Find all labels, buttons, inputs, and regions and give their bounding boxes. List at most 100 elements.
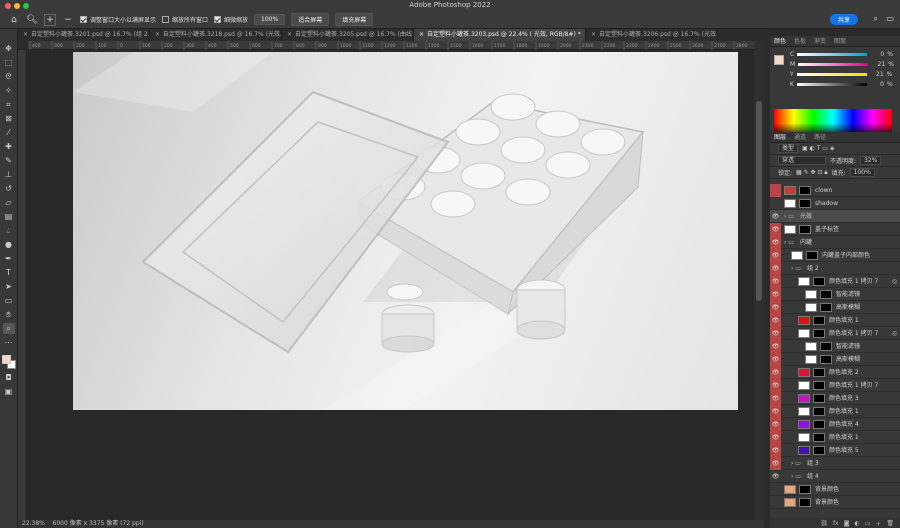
resize-windows-option[interactable]: 调整窗口大小以满屏显示 — [80, 15, 156, 24]
layer-row[interactable]: clown — [770, 184, 900, 197]
gradient-tool-icon[interactable]: ▤ — [3, 211, 15, 222]
visibility-eye-icon[interactable]: 👁︎ — [770, 444, 781, 457]
slider-value[interactable]: 21 — [870, 71, 884, 78]
lasso-tool-icon[interactable]: ᘓ — [3, 71, 15, 82]
visibility-eye-icon[interactable]: 👁︎ — [770, 223, 781, 236]
crop-tool-icon[interactable]: ⌗ — [3, 99, 15, 110]
type-tool-icon[interactable]: T — [3, 267, 15, 278]
slider-value[interactable]: 0 — [870, 51, 884, 58]
visibility-eye-icon[interactable]: 👁︎ — [770, 405, 781, 418]
layer-row[interactable]: 👁︎ 颜色填充 1 — [770, 405, 900, 418]
layer-row[interactable]: 👁︎ 颜色填充 1 — [770, 314, 900, 327]
slider-value[interactable]: 21 — [871, 61, 886, 68]
fill-screen-button[interactable]: 填充屏幕 — [335, 13, 374, 26]
folder-icon[interactable]: › ▭ — [784, 236, 794, 249]
visibility-eye-icon[interactable]: 👁︎ — [770, 418, 781, 431]
layer-row[interactable]: 👁︎ › ▭ 组 3 — [770, 457, 900, 470]
slider-track[interactable] — [796, 73, 867, 76]
layer-mask-thumbnail[interactable] — [813, 394, 825, 403]
visibility-eye-icon[interactable]: 👁︎ — [770, 301, 781, 314]
layer-row[interactable]: 👁︎ › ▭ 组 2 — [770, 262, 900, 275]
home-icon[interactable]: ⌂ — [8, 14, 20, 26]
quick-mask-icon[interactable]: ◘ — [3, 372, 15, 383]
layer-row[interactable]: 👁︎ 高斯模糊 — [770, 301, 900, 314]
color-slider-y[interactable]: Y 21% — [790, 71, 892, 78]
visibility-eye-icon[interactable]: 👁︎ — [770, 431, 781, 444]
folder-icon[interactable]: › ▭ — [791, 457, 801, 470]
panel-tab[interactable]: 图层 — [774, 132, 786, 142]
dodge-tool-icon[interactable]: ● — [3, 239, 15, 250]
link-layers-icon[interactable]: ⛓ — [820, 520, 828, 527]
layer-row[interactable]: 👁︎ 内罐盖子内部颜色 — [770, 249, 900, 262]
more-tools-icon[interactable]: ⋯ — [3, 337, 15, 348]
rectangle-tool-icon[interactable]: ▭ — [3, 295, 15, 306]
path-selection-icon[interactable]: ➤ — [3, 281, 15, 292]
zoom-100-button[interactable]: 100% — [254, 14, 286, 25]
new-group-icon[interactable]: ▭ — [865, 520, 871, 527]
marquee-tool-icon[interactable]: ⬚ — [3, 57, 15, 68]
panel-tab[interactable]: 通道 — [794, 132, 806, 142]
layer-row[interactable]: 👁︎ 颜色填充 2 — [770, 366, 900, 379]
close-tab-icon[interactable]: × — [287, 31, 292, 38]
layer-mask-thumbnail[interactable] — [820, 303, 832, 312]
layer-row[interactable]: 👁︎ 高斯模糊 — [770, 353, 900, 366]
fill-field[interactable]: 100% — [849, 168, 875, 177]
visibility-eye-icon[interactable]: 👁︎ — [770, 236, 781, 249]
brush-tool-icon[interactable]: ✎ — [3, 155, 15, 166]
add-mask-icon[interactable]: ◙ — [844, 520, 850, 527]
new-layer-icon[interactable]: ＋ — [875, 519, 881, 528]
layer-row[interactable]: 背景颜色 — [770, 483, 900, 496]
close-tab-icon[interactable]: × — [23, 31, 28, 38]
layer-mask-thumbnail[interactable] — [820, 355, 832, 364]
visibility-eye-icon[interactable]: 👁︎ — [770, 392, 781, 405]
layer-row[interactable]: 背景颜色 — [770, 496, 900, 509]
adjustment-icon[interactable]: ◐ — [854, 520, 859, 527]
zoom-all-option[interactable]: 缩放所有窗口 — [162, 15, 208, 24]
layer-mask-thumbnail[interactable] — [813, 329, 825, 338]
visibility-eye-icon[interactable]: 👁︎ — [770, 379, 781, 392]
color-slider-m[interactable]: M 21% — [790, 61, 894, 68]
visibility-eye-icon[interactable] — [770, 483, 781, 496]
pen-tool-icon[interactable]: ✒ — [3, 253, 15, 264]
visibility-eye-icon[interactable]: 👁︎ — [770, 353, 781, 366]
magic-wand-tool-icon[interactable]: ✧ — [3, 85, 15, 96]
document-tab[interactable]: × 自定塑料小罐茶.3203.psd @ 22.4% ( 光效, RGB/8#) … — [414, 29, 586, 41]
blend-mode-dropdown[interactable]: 穿透 — [778, 156, 826, 165]
layer-mask-thumbnail[interactable] — [820, 290, 832, 299]
opacity-field[interactable]: 32% — [860, 156, 882, 165]
visibility-eye-icon[interactable]: 👁︎ — [770, 210, 781, 223]
fit-screen-button[interactable]: 适合屏幕 — [291, 13, 330, 26]
layer-mask-thumbnail[interactable] — [813, 446, 825, 455]
visibility-eye-icon[interactable] — [770, 496, 781, 509]
eraser-tool-icon[interactable]: ▱ — [3, 197, 15, 208]
folder-icon[interactable]: › ▭ — [784, 210, 794, 223]
scrubby-zoom-option[interactable]: 细微缩放 — [214, 15, 248, 24]
visibility-eye-icon[interactable]: 👁︎ — [770, 327, 781, 340]
foreground-swatch[interactable] — [774, 55, 784, 65]
layer-mask-thumbnail[interactable] — [799, 199, 811, 208]
layer-row[interactable]: 👁︎ 颜色填充 3 — [770, 392, 900, 405]
layer-row[interactable]: 👁︎ › ▭ 内罐 — [770, 236, 900, 249]
visibility-eye-icon[interactable] — [770, 197, 781, 210]
color-slider-k[interactable]: K 0% — [790, 81, 893, 88]
smart-filter-icon[interactable]: ◎ — [892, 327, 897, 340]
checkbox-icon[interactable] — [162, 16, 170, 23]
close-window-button[interactable] — [5, 3, 11, 9]
frame-tool-icon[interactable]: ⊠ — [3, 113, 15, 124]
color-swatches[interactable] — [1, 355, 16, 369]
clone-stamp-icon[interactable]: ⊥ — [3, 169, 15, 180]
zoom-tool-icon[interactable]: 🔍︎ — [26, 14, 38, 26]
checkbox-icon[interactable] — [214, 16, 222, 23]
layer-row[interactable]: 👁︎ 颜色填充 5 — [770, 444, 900, 457]
visibility-eye-icon[interactable]: 👁︎ — [770, 314, 781, 327]
panel-tab[interactable]: 颜色 — [774, 36, 786, 46]
delete-layer-icon[interactable]: 🗑︎ — [886, 520, 894, 527]
slider-value[interactable]: 0 — [870, 81, 884, 88]
search-icon[interactable]: ⌕ — [874, 14, 878, 24]
minimize-window-button[interactable] — [14, 3, 20, 9]
slider-track[interactable] — [798, 63, 869, 66]
layer-row[interactable]: shadow — [770, 197, 900, 210]
visibility-eye-icon[interactable]: 👁︎ — [770, 249, 781, 262]
zoom-tool-icon[interactable]: ⌕ — [2, 323, 15, 334]
hand-tool-icon[interactable]: ✋︎ — [3, 309, 15, 320]
